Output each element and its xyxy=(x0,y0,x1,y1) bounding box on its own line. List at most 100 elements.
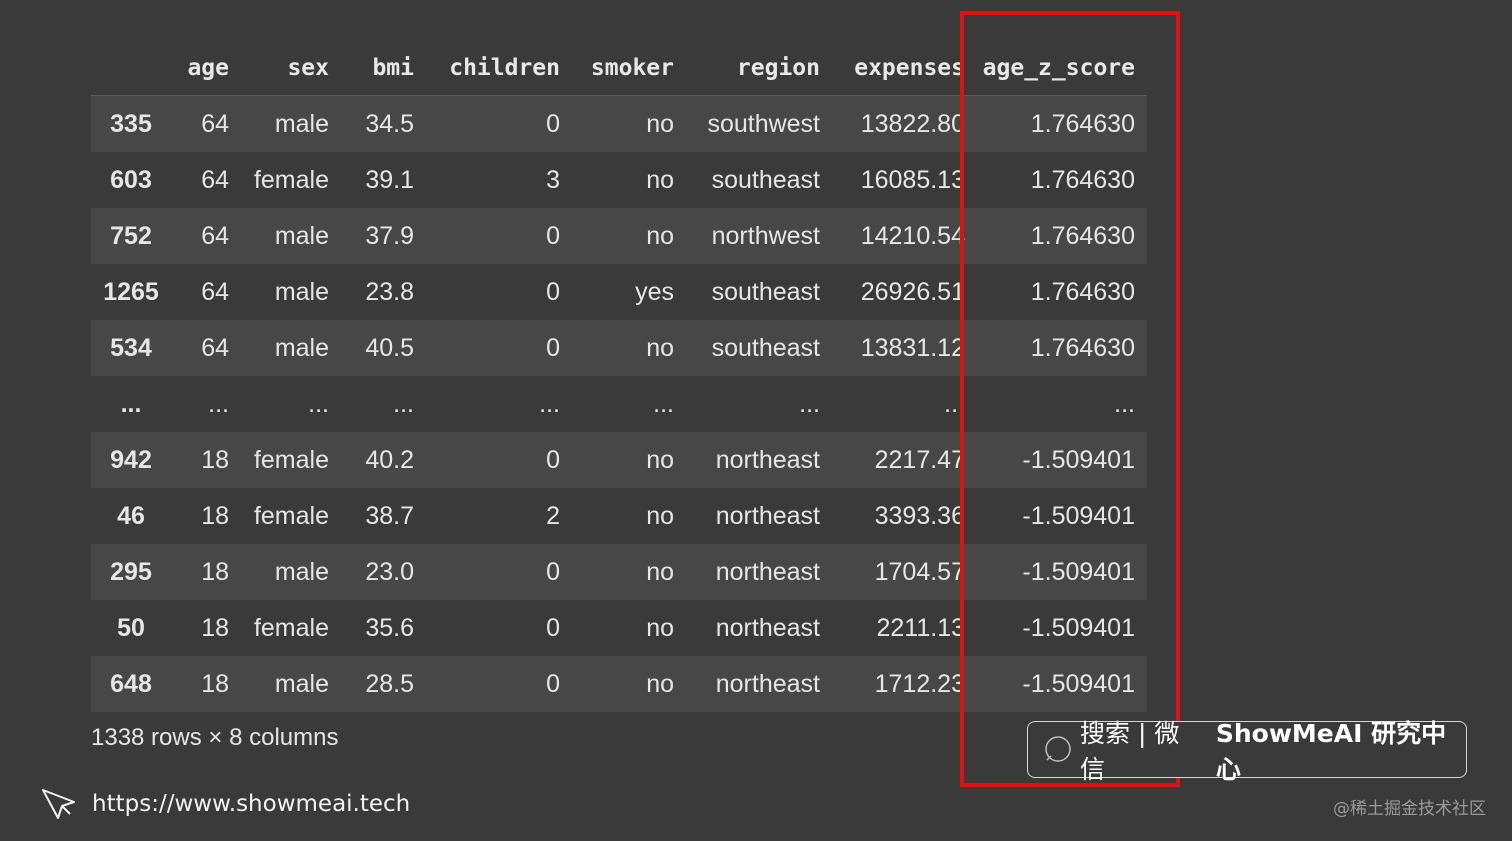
cell-children: 0 xyxy=(426,95,572,152)
brand-name: ShowMeAI 研究中心 xyxy=(1215,718,1447,784)
cell-sex: female xyxy=(241,600,341,656)
table-row: 50 18 female 35.6 0 no northeast 2211.13… xyxy=(91,600,1147,656)
table-row: 1265 64 male 23.8 0 yes southeast 26926.… xyxy=(91,264,1147,320)
cell-sex: ... xyxy=(241,376,341,432)
cell-bmi: 40.5 xyxy=(341,320,426,376)
row-index: 46 xyxy=(91,488,171,544)
cell-age-z-score: 1.764630 xyxy=(977,320,1147,376)
cell-age: 18 xyxy=(171,656,241,712)
header-children: children xyxy=(426,40,572,96)
cell-age: 18 xyxy=(171,432,241,488)
table-row: 603 64 female 39.1 3 no southeast 16085.… xyxy=(91,152,1147,208)
row-index: 603 xyxy=(91,152,171,208)
cell-bmi: 34.5 xyxy=(341,95,426,152)
table-row: 648 18 male 28.5 0 no northeast 1712.23 … xyxy=(91,656,1147,712)
cell-age-z-score: -1.509401 xyxy=(977,600,1147,656)
row-index: 335 xyxy=(91,95,171,152)
cell-expenses: 13831.12 xyxy=(832,320,977,376)
table-row: 534 64 male 40.5 0 no southeast 13831.12… xyxy=(91,320,1147,376)
cell-smoker: no xyxy=(572,544,686,600)
header-expenses: expenses xyxy=(832,40,977,96)
table-row-ellipsis: ... ... ... ... ... ... ... ... ... xyxy=(91,376,1147,432)
cell-region: southwest xyxy=(686,95,832,152)
cell-age-z-score: -1.509401 xyxy=(977,656,1147,712)
cell-sex: female xyxy=(241,488,341,544)
dataframe-table: age sex bmi children smoker region expen… xyxy=(91,40,1147,712)
cell-bmi: ... xyxy=(341,376,426,432)
cell-sex: male xyxy=(241,208,341,264)
search-icon xyxy=(1042,735,1072,765)
cell-age-z-score: -1.509401 xyxy=(977,544,1147,600)
footer-url[interactable]: https://www.showmeai.tech xyxy=(92,791,410,817)
cell-smoker: no xyxy=(572,656,686,712)
cell-smoker: no xyxy=(572,488,686,544)
cell-age-z-score: 1.764630 xyxy=(977,95,1147,152)
cell-bmi: 39.1 xyxy=(341,152,426,208)
cell-smoker: no xyxy=(572,152,686,208)
row-index: 534 xyxy=(91,320,171,376)
cell-region: northeast xyxy=(686,600,832,656)
cell-age: 64 xyxy=(171,264,241,320)
cell-expenses: 14210.54 xyxy=(832,208,977,264)
cell-children: 0 xyxy=(426,656,572,712)
row-index: 50 xyxy=(91,600,171,656)
cell-smoker: no xyxy=(572,600,686,656)
cell-region: northeast xyxy=(686,656,832,712)
cell-age: 64 xyxy=(171,320,241,376)
footer-link[interactable]: https://www.showmeai.tech xyxy=(40,784,410,824)
cell-bmi: 37.9 xyxy=(341,208,426,264)
table-row: 942 18 female 40.2 0 no northeast 2217.4… xyxy=(91,432,1147,488)
row-index: 295 xyxy=(91,544,171,600)
table-row: 295 18 male 23.0 0 no northeast 1704.57 … xyxy=(91,544,1147,600)
row-index: 1265 xyxy=(91,264,171,320)
cell-age-z-score: 1.764630 xyxy=(977,152,1147,208)
cell-children: 0 xyxy=(426,544,572,600)
row-index: 752 xyxy=(91,208,171,264)
table-header-row: age sex bmi children smoker region expen… xyxy=(91,40,1147,96)
cell-children: 3 xyxy=(426,152,572,208)
cell-bmi: 40.2 xyxy=(341,432,426,488)
header-age: age xyxy=(171,40,241,96)
header-sex: sex xyxy=(241,40,341,96)
cell-smoker: yes xyxy=(572,264,686,320)
cell-smoker: no xyxy=(572,320,686,376)
watermark: @稀土掘金技术社区 xyxy=(1333,799,1486,819)
cell-expenses: 2211.13 xyxy=(832,600,977,656)
cell-sex: male xyxy=(241,544,341,600)
cell-bmi: 23.0 xyxy=(341,544,426,600)
cell-expenses: 26926.51 xyxy=(832,264,977,320)
cell-age: 18 xyxy=(171,488,241,544)
header-age-z-score: age_z_score xyxy=(977,40,1147,96)
cell-smoker: no xyxy=(572,208,686,264)
header-region: region xyxy=(686,40,832,96)
cell-sex: male xyxy=(241,95,341,152)
cell-sex: female xyxy=(241,432,341,488)
cell-children: 0 xyxy=(426,320,572,376)
cell-smoker: ... xyxy=(572,376,686,432)
cell-sex: male xyxy=(241,656,341,712)
cell-expenses: ... xyxy=(832,376,977,432)
table-row: 752 64 male 37.9 0 no northwest 14210.54… xyxy=(91,208,1147,264)
cell-children: 0 xyxy=(426,208,572,264)
cell-age: 64 xyxy=(171,152,241,208)
cell-expenses: 3393.36 xyxy=(832,488,977,544)
cell-children: 0 xyxy=(426,264,572,320)
cell-age: ... xyxy=(171,376,241,432)
cell-expenses: 1704.57 xyxy=(832,544,977,600)
cursor-icon xyxy=(40,784,80,824)
cell-expenses: 13822.80 xyxy=(832,95,977,152)
cell-age-z-score: 1.764630 xyxy=(977,264,1147,320)
table-row: 46 18 female 38.7 2 no northeast 3393.36… xyxy=(91,488,1147,544)
cell-sex: male xyxy=(241,320,341,376)
cell-sex: female xyxy=(241,152,341,208)
cell-region: southeast xyxy=(686,320,832,376)
cell-children: 0 xyxy=(426,432,572,488)
header-bmi: bmi xyxy=(341,40,426,96)
cell-children: 2 xyxy=(426,488,572,544)
cell-expenses: 16085.13 xyxy=(832,152,977,208)
search-box[interactable]: 搜索 | 微信 ShowMeAI 研究中心 xyxy=(1027,719,1467,784)
row-index: 648 xyxy=(91,656,171,712)
cell-smoker: no xyxy=(572,432,686,488)
cell-age-z-score: -1.509401 xyxy=(977,432,1147,488)
cell-age: 18 xyxy=(171,544,241,600)
